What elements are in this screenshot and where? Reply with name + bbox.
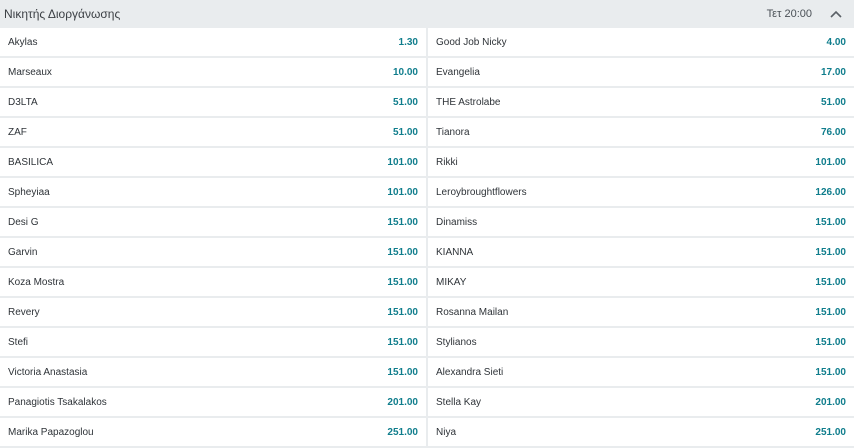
selection-odds: 151.00 <box>387 306 418 318</box>
header-right: Τετ 20:00 <box>767 6 844 22</box>
selection-odds: 151.00 <box>815 216 846 228</box>
market-header[interactable]: Νικητής Διοργάνωσης Τετ 20:00 <box>0 0 854 28</box>
selection-cell[interactable]: Alexandra Sieti 151.00 <box>428 358 854 386</box>
selection-cell[interactable]: Akylas 1.30 <box>0 28 426 56</box>
selection-name: MIKAY <box>436 276 467 288</box>
selection-odds: 51.00 <box>392 126 418 138</box>
selection-odds: 10.00 <box>392 66 418 78</box>
selection-name: Stefi <box>8 336 29 348</box>
selection-name: Niya <box>436 426 457 438</box>
selection-name: Revery <box>8 306 40 318</box>
selection-name: Desi G <box>8 216 39 228</box>
selection-name: ZAF <box>8 126 27 138</box>
selection-name: Alexandra Sieti <box>436 366 504 378</box>
market-title: Νικητής Διοργάνωσης <box>4 7 121 21</box>
selection-name: Good Job Nicky <box>436 36 507 48</box>
selection-cell[interactable]: Evangelia 17.00 <box>428 58 854 86</box>
selection-cell[interactable]: Marseaux 10.00 <box>0 58 426 86</box>
selection-cell[interactable]: Marika Papazoglou 251.00 <box>0 418 426 446</box>
selection-cell[interactable]: Dinamiss 151.00 <box>428 208 854 236</box>
selection-name: Marika Papazoglou <box>8 426 94 438</box>
selection-odds: 251.00 <box>387 426 418 438</box>
chevron-up-icon[interactable] <box>828 6 844 22</box>
selection-odds: 251.00 <box>815 426 846 438</box>
selection-cell[interactable]: Leroybroughtflowers 126.00 <box>428 178 854 206</box>
selection-odds: 151.00 <box>387 366 418 378</box>
selection-odds: 4.00 <box>826 36 846 48</box>
selection-name: Stylianos <box>436 336 477 348</box>
selection-odds: 51.00 <box>392 96 418 108</box>
selection-cell[interactable]: Spheyiaa 101.00 <box>0 178 426 206</box>
selection-cell[interactable]: Stefi 151.00 <box>0 328 426 356</box>
selection-odds: 17.00 <box>820 66 846 78</box>
selection-name: BASILICA <box>8 156 54 168</box>
selection-name: Victoria Anastasia <box>8 366 88 378</box>
selection-odds: 151.00 <box>387 336 418 348</box>
market-panel: Νικητής Διοργάνωσης Τετ 20:00 Akylas 1.30… <box>0 0 854 448</box>
selection-name: Rikki <box>436 156 458 168</box>
selection-odds: 151.00 <box>387 276 418 288</box>
selection-cell[interactable]: Koza Mostra 151.00 <box>0 268 426 296</box>
selection-name: Stella Kay <box>436 396 482 408</box>
selection-name: Tianora <box>436 126 470 138</box>
selection-name: KIANNA <box>436 246 474 258</box>
selection-cell[interactable]: Rosanna Mailan 151.00 <box>428 298 854 326</box>
selection-cell[interactable]: Stella Kay 201.00 <box>428 388 854 416</box>
selection-odds: 101.00 <box>387 156 418 168</box>
selection-name: THE Astrolabe <box>436 96 501 108</box>
selection-cell[interactable]: Good Job Nicky 4.00 <box>428 28 854 56</box>
selection-odds: 1.30 <box>398 36 418 48</box>
selection-cell[interactable]: Victoria Anastasia 151.00 <box>0 358 426 386</box>
selection-cell[interactable]: THE Astrolabe 51.00 <box>428 88 854 116</box>
selection-cell[interactable]: Stylianos 151.00 <box>428 328 854 356</box>
selection-odds: 151.00 <box>387 216 418 228</box>
selection-cell[interactable]: ZAF 51.00 <box>0 118 426 146</box>
selections-grid: Akylas 1.30 Good Job Nicky 4.00 Marseaux 10.0… <box>0 28 854 446</box>
selection-odds: 151.00 <box>815 246 846 258</box>
selection-cell[interactable]: Desi G 151.00 <box>0 208 426 236</box>
selection-odds: 101.00 <box>815 156 846 168</box>
selection-cell[interactable]: KIANNA 151.00 <box>428 238 854 266</box>
selection-odds: 151.00 <box>387 246 418 258</box>
selection-name: D3LTA <box>8 96 38 108</box>
selection-cell[interactable]: Revery 151.00 <box>0 298 426 326</box>
selection-name: Evangelia <box>436 66 480 78</box>
selection-odds: 51.00 <box>820 96 846 108</box>
selection-odds: 126.00 <box>815 186 846 198</box>
selection-name: Koza Mostra <box>8 276 65 288</box>
selection-odds: 151.00 <box>815 276 846 288</box>
selection-name: Garvin <box>8 246 38 258</box>
selection-odds: 101.00 <box>387 186 418 198</box>
selection-cell[interactable]: Garvin 151.00 <box>0 238 426 266</box>
selection-name: Dinamiss <box>436 216 478 228</box>
selection-cell[interactable]: D3LTA 51.00 <box>0 88 426 116</box>
selection-cell[interactable]: Panagiotis Tsakalakos 201.00 <box>0 388 426 416</box>
selection-odds: 151.00 <box>815 366 846 378</box>
selection-odds: 151.00 <box>815 336 846 348</box>
selection-odds: 201.00 <box>387 396 418 408</box>
selection-name: Leroybroughtflowers <box>436 186 527 198</box>
selection-odds: 76.00 <box>820 126 846 138</box>
selection-odds: 151.00 <box>815 306 846 318</box>
selection-name: Marseaux <box>8 66 52 78</box>
event-time: Τετ 20:00 <box>766 8 812 20</box>
selection-cell[interactable]: Niya 251.00 <box>428 418 854 446</box>
selection-name: Spheyiaa <box>8 186 50 198</box>
selection-cell[interactable]: Tianora 76.00 <box>428 118 854 146</box>
selection-name: Akylas <box>8 36 38 48</box>
selection-odds: 201.00 <box>815 396 846 408</box>
selection-name: Rosanna Mailan <box>436 306 509 318</box>
selection-cell[interactable]: Rikki 101.00 <box>428 148 854 176</box>
selection-cell[interactable]: MIKAY 151.00 <box>428 268 854 296</box>
selection-cell[interactable]: BASILICA 101.00 <box>0 148 426 176</box>
selection-name: Panagiotis Tsakalakos <box>8 396 107 408</box>
